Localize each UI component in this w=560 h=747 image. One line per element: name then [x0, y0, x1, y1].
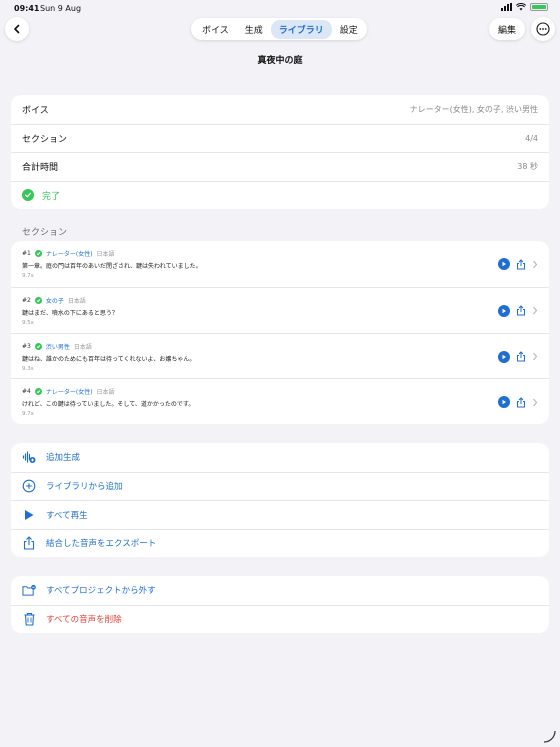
- cellular-icon: [501, 3, 512, 11]
- play-all-label: すべて再生: [46, 510, 88, 521]
- section-number: #4: [22, 388, 31, 396]
- status-date: Sun 9 Aug: [40, 4, 82, 13]
- ellipsis-circle-icon: [536, 22, 550, 36]
- voice-label: ボイス: [22, 105, 49, 116]
- tab-bar: ボイス 生成 ライブラリ 設定: [191, 18, 367, 40]
- voice-row: ボイス ナレーター(女性), 女の子, 渋い男性: [11, 95, 549, 124]
- generate-more-label: 追加生成: [46, 453, 81, 464]
- section-duration: 9.3s: [22, 365, 34, 372]
- status-row: 完了: [11, 180, 549, 210]
- share-icon[interactable]: [516, 351, 526, 362]
- section-language: 日本語: [67, 297, 86, 305]
- sections-header: セクション: [22, 228, 68, 238]
- section-voice: ナレーター(女性): [45, 251, 93, 258]
- tab-generate[interactable]: 生成: [237, 20, 271, 39]
- chevron-left-icon: [14, 24, 20, 34]
- list-item[interactable]: #3 渋い男性 日本語 鍵はね、誰かのためにも百年は待ってくれないよ、お嬢ちゃん…: [11, 332, 549, 379]
- summary-card: ボイス ナレーター(女性), 女の子, 渋い男性 セクション 4/4 合計時間 …: [11, 95, 549, 209]
- play-icon[interactable]: [498, 396, 510, 409]
- section-text: 第一章。庭の門は百年のあいだ閉ざされ、鍵は失われていました。: [22, 263, 202, 270]
- remove-from-projects-button[interactable]: すべてプロジェクトから外す: [11, 576, 549, 605]
- list-item[interactable]: #1 ナレーター(女性) 日本語 第一章。庭の門は百年のあいだ閉ざされ、鍵は失わ…: [11, 241, 549, 287]
- trash-icon: [22, 612, 36, 626]
- checkmark-circle-icon: [22, 189, 34, 202]
- export-merged-label: 結合した音声をエクスポート: [46, 539, 157, 550]
- checkmark-circle-icon: [34, 250, 42, 257]
- danger-card: すべてプロジェクトから外す すべての音声を削除: [11, 576, 549, 633]
- add-from-library-button[interactable]: ライブラリから追加: [11, 471, 549, 501]
- section-number: #2: [22, 296, 31, 304]
- delete-all-audio-label: すべての音声を削除: [46, 615, 122, 626]
- share-icon[interactable]: [516, 397, 526, 408]
- tab-library[interactable]: ライブラリ: [270, 19, 332, 39]
- total-time-label: 合計時間: [22, 163, 59, 174]
- section-number: #3: [22, 342, 31, 350]
- share-icon: [22, 536, 36, 550]
- section-number: #1: [22, 250, 31, 257]
- more-button[interactable]: [531, 17, 555, 41]
- remove-from-projects-label: すべてプロジェクトから外す: [46, 586, 156, 597]
- sections-value: 4/4: [525, 133, 538, 143]
- chevron-right-icon: [533, 398, 538, 407]
- page-title: 真夜中の庭: [257, 56, 303, 66]
- play-icon: [22, 508, 36, 522]
- status-time: 09:41: [14, 4, 40, 13]
- list-item[interactable]: #4 ナレーター(女性) 日本語 けれど、この鍵は待っていました。そして、道かか…: [11, 378, 549, 424]
- section-language: 日本語: [96, 251, 115, 258]
- status-complete: 完了: [22, 189, 60, 202]
- battery-icon: [530, 3, 548, 11]
- play-icon[interactable]: [498, 304, 510, 317]
- section-voice: 女の子: [45, 297, 64, 305]
- play-icon[interactable]: [498, 350, 510, 363]
- share-icon[interactable]: [516, 305, 526, 316]
- section-duration: 9.7s: [22, 273, 34, 279]
- status-bar: 09:41 Sun 9 Aug: [0, 0, 560, 18]
- tab-settings[interactable]: 設定: [332, 20, 366, 39]
- section-voice: 渋い男性: [45, 343, 70, 351]
- total-time-value: 38 秒: [517, 162, 538, 172]
- sections-row: セクション 4/4: [11, 123, 549, 153]
- list-item[interactable]: #2 女の子 日本語 鍵はまだ、噴水の下にあると思う？ 9.5s: [11, 286, 549, 333]
- voice-value: ナレーター(女性), 女の子, 渋い男性: [409, 104, 538, 114]
- checkmark-circle-icon: [34, 296, 42, 304]
- section-language: 日本語: [96, 389, 115, 397]
- sections-label: セクション: [22, 134, 68, 145]
- status-indicators: [501, 3, 548, 11]
- wifi-icon: [516, 3, 526, 11]
- resize-handle-icon[interactable]: [542, 729, 556, 743]
- section-text: 鍵はまだ、噴水の下にあると思う？: [22, 309, 118, 317]
- play-all-button[interactable]: すべて再生: [11, 500, 549, 529]
- waveform-plus-icon: [22, 450, 36, 464]
- edit-button[interactable]: 編集: [488, 18, 525, 40]
- generate-more-button[interactable]: 追加生成: [11, 443, 549, 472]
- section-text: 鍵はね、誰かのためにも百年は待ってくれないよ、お嬢ちゃん。: [22, 355, 196, 363]
- tab-voice[interactable]: ボイス: [194, 20, 237, 39]
- section-language: 日本語: [73, 343, 92, 351]
- chevron-right-icon: [533, 306, 538, 315]
- share-icon[interactable]: [516, 258, 526, 270]
- checkmark-circle-icon: [34, 388, 42, 396]
- add-from-library-label: ライブラリから追加: [46, 482, 123, 493]
- chevron-right-icon: [533, 260, 538, 268]
- folder-minus-icon: [22, 583, 36, 597]
- delete-all-audio-button[interactable]: すべての音声を削除: [11, 604, 549, 634]
- chevron-right-icon: [533, 352, 538, 361]
- checkmark-circle-icon: [34, 342, 42, 350]
- plus-circle-icon: [22, 479, 36, 493]
- section-duration: 9.5s: [22, 319, 34, 326]
- export-merged-button[interactable]: 結合した音声をエクスポート: [11, 528, 549, 558]
- status-complete-label: 完了: [42, 191, 61, 202]
- sections-list: #1 ナレーター(女性) 日本語 第一章。庭の門は百年のあいだ閉ざされ、鍵は失わ…: [11, 241, 549, 424]
- back-button[interactable]: [5, 17, 29, 41]
- section-duration: 9.7s: [22, 411, 34, 418]
- section-text: けれど、この鍵は待っていました。そして、道かかったのです。: [22, 401, 195, 409]
- section-voice: ナレーター(女性): [45, 389, 93, 397]
- play-icon[interactable]: [498, 258, 510, 270]
- total-time-row: 合計時間 38 秒: [11, 152, 549, 181]
- actions-card: 追加生成 ライブラリから追加 すべて再生 結合した音声をエクスポート: [11, 443, 549, 557]
